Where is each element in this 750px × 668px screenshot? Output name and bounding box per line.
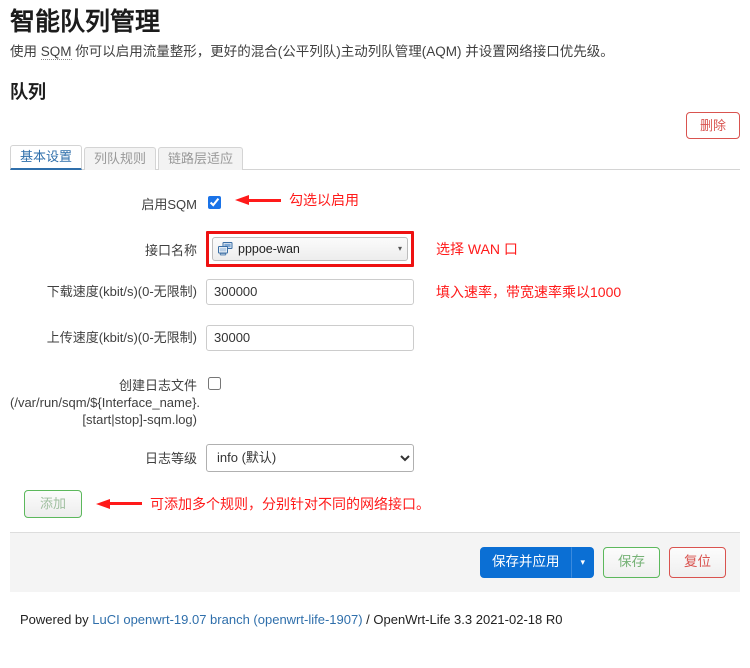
enable-sqm-checkbox[interactable] [208, 195, 221, 209]
page-description: 使用 SQM 你可以启用流量整形，更好的混合(公平列队)主动列队管理(AQM) … [10, 43, 740, 62]
section-title-queues: 队列 [10, 81, 46, 102]
save-and-apply-dropdown-button[interactable]: ▾ [571, 547, 594, 578]
control-create-log [206, 373, 740, 390]
interface-name-value: pppoe-wan [238, 241, 300, 256]
control-interface-name: pppoe-wan ▾ 选择 WAN 口 [206, 230, 740, 267]
page-footer: Powered by LuCI openwrt-19.07 branch (op… [10, 592, 740, 627]
field-log-level: 日志等级 info (默认) [10, 443, 740, 472]
arrow-left-icon [235, 195, 281, 206]
interface-name-combobox[interactable]: pppoe-wan ▾ [212, 236, 408, 261]
label-log-level: 日志等级 [144, 450, 197, 466]
annotation-download-speed-text: 填入速率，带宽速率乘以1000 [436, 283, 622, 300]
add-button[interactable]: 添加 [24, 489, 83, 518]
annotation-enable-sqm-text: 勾选以启用 [289, 192, 359, 209]
save-and-apply-button[interactable]: 保存并应用 [479, 547, 572, 578]
add-instance-row: 添加 可添加多个规则，分别针对不同的网络接口。 [10, 484, 740, 532]
control-log-level: info (默认) [206, 443, 740, 472]
chevron-down-icon[interactable]: ▾ [398, 244, 402, 253]
annotation-interface-name: 选择 WAN 口 [436, 242, 518, 256]
log-level-select[interactable]: info (默认) [206, 443, 414, 472]
field-upload-speed: 上传速度(kbit/s)(0-无限制) [10, 324, 740, 351]
control-enable-sqm: 勾选以启用 [206, 192, 740, 209]
label-create-log: 创建日志文件 (/var/run/sqm/${Interface_name}. … [10, 373, 206, 428]
network-computers-icon [218, 241, 233, 256]
upload-speed-input[interactable] [206, 324, 414, 351]
page-description-prefix: 使用 [10, 43, 41, 59]
save-apply-button-group: 保存并应用 ▾ [479, 547, 594, 578]
delete-button-row: 删除 [10, 110, 740, 146]
footer-luci-link[interactable]: LuCI openwrt-19.07 branch (openwrt-life-… [92, 612, 362, 627]
tab-bar: 基本设置 列队规则 链路层适应 [10, 144, 740, 170]
label-create-log-line1: 创建日志文件 [118, 377, 197, 393]
basic-settings-form: 启用SQM 勾选以启用 接口名称 pppoe-wan ▾ 选择 WAN 口 下载… [10, 169, 740, 484]
label-create-log-line2: (/var/run/sqm/${Interface_name}. [10, 394, 201, 410]
label-interface-name: 接口名称 [144, 242, 197, 258]
label-upload-speed: 上传速度(kbit/s)(0-无限制) [46, 329, 197, 345]
annotation-interface-name-text: 选择 WAN 口 [436, 240, 518, 257]
sqm-abbreviation: SQM [40, 43, 72, 60]
field-download-speed: 下载速度(kbit/s)(0-无限制) 填入速率，带宽速率乘以1000 [10, 278, 740, 305]
save-button[interactable]: 保存 [603, 547, 660, 578]
page-root: 智能队列管理 使用 SQM 你可以启用流量整形，更好的混合(公平列队)主动列队管… [0, 8, 750, 627]
interface-name-highlight-box: pppoe-wan ▾ [206, 230, 414, 267]
annotation-enable-sqm: 勾选以启用 [235, 193, 359, 207]
reset-button[interactable]: 复位 [669, 547, 726, 578]
tab-link-layer-adaptation[interactable]: 链路层适应 [158, 146, 244, 170]
control-download-speed: 填入速率，带宽速率乘以1000 [206, 278, 740, 305]
footer-tail-text: / OpenWrt-Life 3.3 2021-02-18 R0 [362, 611, 563, 627]
create-log-checkbox[interactable] [208, 376, 221, 390]
field-create-log: 创建日志文件 (/var/run/sqm/${Interface_name}. … [10, 373, 740, 428]
delete-button[interactable]: 删除 [685, 111, 740, 140]
annotation-download-speed: 填入速率，带宽速率乘以1000 [436, 285, 621, 299]
tab-basic-settings[interactable]: 基本设置 [10, 144, 83, 170]
label-download-speed: 下载速度(kbit/s)(0-无限制) [46, 283, 197, 299]
download-speed-input[interactable] [206, 278, 414, 305]
control-upload-speed [206, 324, 740, 351]
label-create-log-line3: [start|stop]-sqm.log) [82, 411, 197, 427]
action-bar: 保存并应用 ▾ 保存 复位 [10, 531, 740, 592]
arrow-left-icon [96, 498, 143, 509]
field-enable-sqm: 启用SQM 勾选以启用 [10, 192, 740, 213]
field-interface-name: 接口名称 pppoe-wan ▾ 选择 WAN 口 [10, 230, 740, 267]
page-description-suffix: 你可以启用流量整形，更好的混合(公平列队)主动列队管理(AQM) 并设置网络接口… [71, 43, 614, 59]
annotation-add-text: 可添加多个规则，分别针对不同的网络接口。 [150, 495, 431, 512]
annotation-add: 可添加多个规则，分别针对不同的网络接口。 [96, 497, 430, 511]
footer-powered-text: Powered by [20, 611, 93, 627]
tab-queue-discipline[interactable]: 列队规则 [84, 146, 157, 170]
label-enable-sqm: 启用SQM [141, 196, 197, 212]
page-title: 智能队列管理 [10, 8, 161, 36]
